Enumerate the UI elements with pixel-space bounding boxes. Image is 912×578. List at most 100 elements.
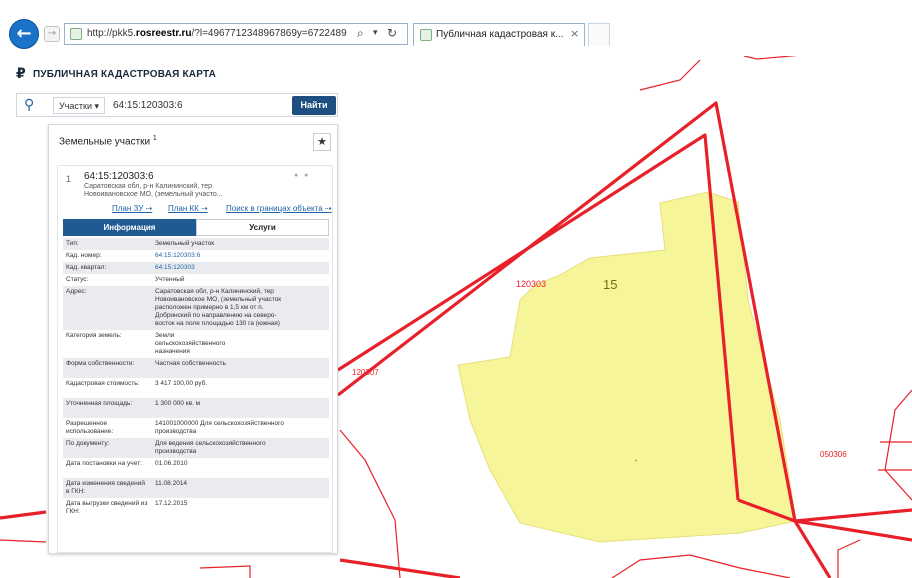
attribute-key: Форма собственности: bbox=[66, 360, 135, 367]
parcel-cad-number[interactable]: 64:15:120303:6 bbox=[84, 171, 154, 182]
attribute-value: Земли сельскохозяйственного назначения bbox=[155, 332, 327, 356]
attribute-row: Дата постановки на учет: 01.06.2010 bbox=[63, 458, 329, 478]
quarter-label-main: 120303 bbox=[516, 279, 546, 289]
attribute-table: Тип: Земельный участок Кад. номер: 64:15:12… bbox=[63, 238, 329, 518]
attribute-key: Адрес: bbox=[66, 288, 87, 295]
address-url[interactable]: http://pkk5.rosreestr.ru/?l=496771234896… bbox=[87, 28, 349, 42]
attribute-value-line: сельскохозяйственного bbox=[155, 340, 226, 347]
attribute-value-line: Новоивановское МО, (земельный участок bbox=[155, 296, 282, 303]
refresh-icon[interactable]: ↻ bbox=[387, 26, 397, 40]
attribute-value: 3 417 100,00 руб. bbox=[155, 380, 327, 388]
link-plan-zu[interactable]: План ЗУ ⇢ bbox=[112, 204, 152, 213]
card-controls-icon[interactable]: ● ● bbox=[294, 172, 310, 179]
attribute-key: Дата выгрузки сведений из ГКН: bbox=[66, 500, 148, 515]
parcel-polygon[interactable] bbox=[457, 191, 797, 543]
attribute-value: Учтенный bbox=[155, 276, 327, 284]
tab-title: Публичная кадастровая к... bbox=[436, 29, 564, 40]
attribute-value-line: Земли bbox=[155, 332, 175, 339]
url-domain: rosreestr.ru bbox=[135, 28, 192, 39]
attribute-value-line: производства bbox=[155, 428, 197, 435]
search-icon[interactable]: ⚲ bbox=[24, 97, 34, 113]
link-search-in-bounds[interactable]: Поиск в границах объекта ⇢ bbox=[226, 204, 332, 213]
attribute-value: Частная собственность bbox=[155, 360, 327, 368]
attribute-value: 01.06.2010 bbox=[155, 460, 327, 468]
attribute-value-line: 1 300 000 кв. м bbox=[155, 400, 201, 407]
boundary-line bbox=[884, 389, 912, 501]
attribute-key: Дата изменения сведений в ГКН: bbox=[66, 480, 146, 495]
parcel-address-line: Новоивановское МО, (земельный участо... bbox=[84, 191, 223, 198]
address-bar[interactable]: http://pkk5.rosreestr.ru/?l=496771234896… bbox=[64, 23, 408, 45]
attribute-value-line: 17.12.2015 bbox=[155, 500, 188, 507]
search-type-label: Участки bbox=[59, 101, 92, 111]
attribute-value-line: Земельный участок bbox=[155, 240, 215, 247]
attribute-value-line: 3 417 100,00 руб. bbox=[155, 380, 208, 387]
attribute-value[interactable]: 64:15:120303 bbox=[155, 264, 327, 272]
tab-favicon-icon bbox=[420, 29, 432, 41]
quarter-label-right: 050306 bbox=[820, 450, 847, 459]
app-header: ₽ ПУБЛИЧНАЯ КАДАСТРОВАЯ КАРТА bbox=[16, 66, 216, 82]
attribute-key: Кад. номер: bbox=[66, 252, 102, 259]
attribute-row: Разрешенное использование: 141001000000 Д… bbox=[63, 418, 329, 438]
attribute-value: 17.12.2015 bbox=[155, 500, 327, 508]
quarter-label-left: 120307 bbox=[352, 368, 379, 377]
app-title: ПУБЛИЧНАЯ КАДАСТРОВАЯ КАРТА bbox=[33, 68, 217, 80]
attribute-value-line: производства bbox=[155, 448, 197, 455]
address-search-icon[interactable]: ⌕ bbox=[357, 26, 364, 41]
attribute-value: Земельный участок bbox=[155, 240, 327, 248]
boundary-line bbox=[743, 54, 803, 60]
search-input[interactable] bbox=[113, 97, 289, 114]
attribute-value: Для ведения сельскохозяйственного произво… bbox=[155, 440, 327, 456]
attribute-row: Форма собственности: Частная собственност… bbox=[63, 358, 329, 378]
attribute-row: Дата изменения сведений в ГКН: 11.08.2014 bbox=[63, 478, 329, 498]
attribute-value-line: 01.06.2010 bbox=[155, 460, 188, 467]
quarter-boundary bbox=[0, 510, 47, 520]
attribute-key: Статус: bbox=[66, 276, 89, 283]
attribute-value-line: 64:15:120303:6 bbox=[155, 252, 201, 259]
attribute-value-line: 141001000000 Для сельскохозяйственного bbox=[155, 420, 284, 427]
browser-tab[interactable]: Публичная кадастровая к... × bbox=[413, 23, 585, 46]
boundary-line bbox=[837, 539, 861, 578]
panel-title-mark: 1 bbox=[152, 135, 157, 142]
attribute-key: Кад. квартал: bbox=[66, 264, 107, 271]
attribute-key: Тип: bbox=[66, 240, 79, 247]
attribute-value-line: Частная собственность bbox=[155, 360, 226, 367]
boundary-line bbox=[0, 539, 47, 543]
attribute-value-line: расположен примерно в 1,5 км от п. bbox=[155, 304, 264, 311]
attribute-key: Разрешенное использование: bbox=[66, 420, 114, 435]
site-favicon-icon bbox=[70, 28, 82, 40]
quarter-boundary bbox=[794, 508, 912, 523]
browser-chrome: ← → http://pkk5.rosreestr.ru/?l=49677123… bbox=[0, 0, 912, 56]
find-button[interactable]: Найти bbox=[292, 96, 336, 115]
parcel-links: План ЗУ ⇢ План КК ⇢ Поиск в границах объ… bbox=[112, 204, 332, 216]
boundary-line bbox=[611, 554, 791, 578]
attribute-value[interactable]: 64:15:120303:6 bbox=[155, 252, 327, 260]
attribute-value-line: Для ведения сельскохозяйственного bbox=[155, 440, 266, 447]
new-tab-button[interactable] bbox=[588, 23, 610, 46]
tab-information[interactable]: Информация bbox=[63, 219, 196, 236]
boundary-line bbox=[639, 59, 701, 91]
favorite-star-icon[interactable]: ★ bbox=[313, 133, 331, 151]
attribute-value-line: 11.08.2014 bbox=[155, 480, 188, 487]
attribute-row: Тип: Земельный участок bbox=[63, 238, 329, 250]
attribute-row: Кадастровая стоимость: 3 417 100,00 руб. bbox=[63, 378, 329, 398]
tab-close-icon[interactable]: × bbox=[570, 27, 579, 40]
link-plan-kk[interactable]: План КК ⇢ bbox=[168, 204, 208, 213]
plot-number-label: 15 bbox=[603, 277, 617, 292]
back-arrow-icon[interactable]: ← bbox=[9, 19, 39, 49]
url-prefix: http://pkk5. bbox=[87, 28, 136, 39]
attribute-value: 1 300 000 кв. м bbox=[155, 400, 327, 408]
address-dropdown-icon[interactable]: ▾ bbox=[373, 28, 378, 38]
attribute-key: По документу: bbox=[66, 440, 110, 447]
parcel-card: 1 64:15:120303:6 Саратовская обл, р-н Ка… bbox=[57, 165, 333, 553]
attribute-key: Категория земель: bbox=[66, 332, 122, 339]
parcel-index: 1 bbox=[66, 174, 72, 184]
tab-services[interactable]: Услуги bbox=[196, 219, 329, 236]
attribute-value: 11.08.2014 bbox=[155, 480, 327, 488]
attribute-key: Дата постановки на учет: bbox=[66, 460, 142, 467]
attribute-row: Кад. квартал: 64:15:120303 bbox=[63, 262, 329, 274]
attribute-value-line: Добринский по направлению на северо- bbox=[155, 312, 277, 319]
parcel-address-line: Саратовская обл, р-н Калининский, тер bbox=[84, 183, 213, 190]
attribute-row: По документу: Для ведения сельскохозяйств… bbox=[63, 438, 329, 458]
search-type-select[interactable]: Участки ▾ bbox=[53, 97, 105, 114]
forward-arrow-icon[interactable]: → bbox=[44, 26, 60, 42]
